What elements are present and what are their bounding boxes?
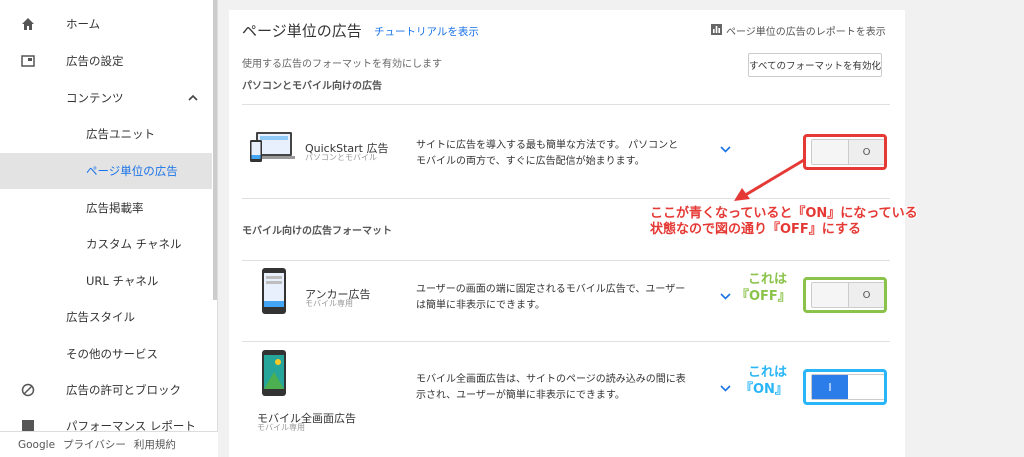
- annotation-green-line1: これは: [748, 272, 788, 287]
- sidebar-item-label: URL チャネル: [86, 274, 159, 288]
- sidebar-item-page-level-ads[interactable]: ページ単位の広告: [0, 153, 212, 189]
- google-logo: Google: [18, 438, 56, 451]
- sidebar-item-label: 広告の設定: [66, 54, 124, 68]
- annotation-red-line2: 状態なので図の通り『OFF』にする: [650, 222, 861, 237]
- annotation-red-line1: ここが青くなっていると『ON』になっている: [650, 206, 918, 221]
- sidebar-item-allow-block[interactable]: 広告の許可とブロック: [0, 372, 212, 408]
- sidebar-item-label: ホーム: [66, 17, 101, 31]
- sidebar-footer: Google プライバシー 利用規約: [0, 431, 218, 457]
- sidebar-item-url-channels[interactable]: URL チャネル: [0, 263, 212, 299]
- sidebar-item-custom-channels[interactable]: カスタム チャネル: [0, 226, 212, 262]
- report-link-label: ページ単位の広告のレポートを表示: [726, 27, 886, 38]
- sidebar-item-coverage[interactable]: 広告掲載率: [0, 190, 212, 226]
- enable-all-button[interactable]: すべてのフォーマットを有効化: [748, 53, 882, 77]
- chevron-up-icon: [188, 93, 198, 104]
- divider: [242, 341, 890, 342]
- block-icon: [20, 382, 36, 398]
- highlight-blue-box: [803, 369, 887, 405]
- subtitle: 使用する広告のフォーマットを有効にします: [242, 59, 442, 70]
- chevron-down-icon[interactable]: [720, 290, 731, 303]
- terms-link[interactable]: 利用規約: [134, 437, 176, 452]
- red-arrow-icon: [734, 158, 805, 201]
- sidebar-item-label: 広告掲載率: [86, 201, 144, 215]
- format-desc: ユーザーの画面の端に固定されるモバイル広告で、ユーザーは簡単に非表示にできます。: [416, 284, 686, 311]
- format-desc: サイトに広告を導入する最も簡単な方法です。 パソコンとモバイルの両方で、すぐに広…: [416, 140, 679, 167]
- sidebar-item-label: カスタム チャネル: [86, 237, 182, 251]
- sidebar-scrollbar[interactable]: [213, 0, 217, 300]
- sidebar-item-label: その他のサービス: [66, 347, 158, 361]
- report-link[interactable]: ページ単位の広告のレポートを表示: [711, 23, 886, 38]
- sidebar-item-home[interactable]: ホーム: [0, 6, 212, 42]
- annotation-blue-line1: これは: [748, 365, 788, 380]
- sidebar-item-content[interactable]: コンテンツ: [0, 80, 212, 116]
- chevron-down-icon[interactable]: [720, 382, 731, 395]
- home-icon: [20, 16, 36, 32]
- sidebar-item-ad-styles[interactable]: 広告スタイル: [0, 299, 212, 335]
- format-desc: モバイル全画面広告は、サイトのページの読み込みの間に表示され、ユーザーが簡単に非…: [416, 374, 686, 401]
- anchor-phone-icon: [262, 268, 286, 317]
- highlight-red-box: [803, 134, 887, 170]
- highlight-green-box: [803, 277, 887, 313]
- sidebar-item-label: 広告ユニット: [86, 127, 155, 141]
- page-title: ページ単位の広告: [242, 22, 362, 40]
- annotation-green-line2: 『OFF』: [736, 289, 791, 304]
- format-sub: パソコンとモバイル: [305, 153, 377, 162]
- section-heading-desktop-mobile: パソコンとモバイル向けの広告: [242, 81, 382, 92]
- section-heading-mobile: モバイル向けの広告フォーマット: [242, 226, 392, 237]
- sidebar: ホーム 広告の設定 コンテンツ 広告ユニット ページ単位の広告 広告掲載率 カス…: [0, 0, 218, 457]
- vignette-phone-icon: [262, 350, 286, 399]
- sidebar-item-ad-settings[interactable]: 広告の設定: [0, 43, 212, 79]
- sidebar-item-other-services[interactable]: その他のサービス: [0, 336, 212, 372]
- bar-chart-icon: [711, 23, 722, 38]
- divider: [242, 104, 890, 105]
- ad-settings-icon: [20, 53, 36, 69]
- sidebar-item-label: ページ単位の広告: [86, 164, 178, 178]
- divider: [242, 260, 890, 261]
- format-sub: モバイル専用: [257, 423, 305, 432]
- quickstart-device-icon: [250, 130, 296, 167]
- privacy-link[interactable]: プライバシー: [63, 437, 126, 452]
- sidebar-item-label: 広告スタイル: [66, 310, 135, 324]
- sidebar-item-label: コンテンツ: [66, 91, 124, 105]
- sidebar-item-ad-units[interactable]: 広告ユニット: [0, 116, 212, 152]
- tutorial-link[interactable]: チュートリアルを表示: [374, 24, 479, 39]
- annotation-blue-line2: 『ON』: [740, 382, 788, 397]
- sidebar-item-label: 広告の許可とブロック: [66, 383, 181, 397]
- format-sub: モバイル専用: [305, 299, 353, 308]
